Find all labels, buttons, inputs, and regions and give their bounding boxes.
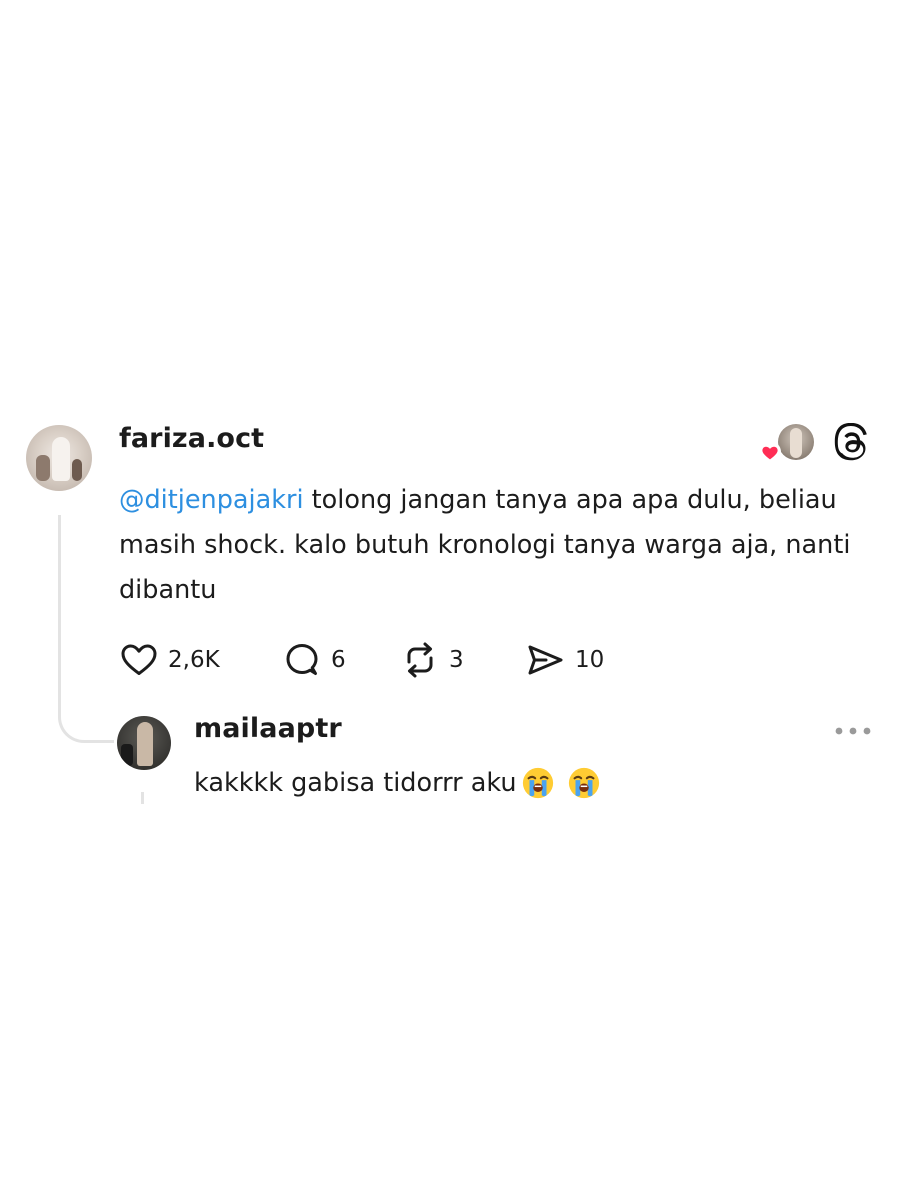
comment-icon (286, 644, 318, 675)
like-count: 2,6K (168, 647, 220, 673)
reply-text-body: kakkkk gabisa tidorrr aku (194, 768, 517, 798)
share-count: 10 (575, 647, 605, 673)
reply-count: 6 (331, 647, 346, 673)
threads-logo-icon[interactable] (833, 423, 871, 463)
share-button[interactable]: 10 (524, 640, 604, 680)
loudly-crying-face-icon (522, 767, 553, 799)
post-text: @ditjenpajakri tolong jangan tanya apa a… (119, 478, 879, 613)
thread-connector-stub (141, 792, 144, 804)
thread-connector-line (58, 515, 114, 743)
repost-icon (407, 642, 433, 678)
repost-count: 3 (449, 647, 464, 673)
reply-text: kakkkk gabisa tidorrr aku (194, 763, 601, 803)
reply-avatar[interactable] (117, 716, 171, 770)
liked-by-avatar[interactable] (778, 424, 814, 460)
repost-button[interactable]: 3 (400, 640, 464, 680)
threads-post-screenshot: fariza.oct @ditjenpajakri tolong jangan … (0, 0, 900, 1200)
loudly-crying-face-icon (568, 767, 599, 799)
reply-button[interactable]: 6 (282, 640, 346, 680)
more-icon[interactable] (834, 726, 872, 736)
heart-icon (121, 644, 157, 675)
share-icon (528, 645, 563, 675)
heart-badge-icon (759, 441, 781, 463)
reply-username[interactable]: mailaaptr (194, 713, 342, 744)
post-username[interactable]: fariza.oct (119, 423, 264, 454)
mention-link[interactable]: @ditjenpajakri (119, 485, 304, 515)
avatar[interactable] (26, 425, 92, 491)
like-button[interactable]: 2,6K (119, 640, 220, 680)
